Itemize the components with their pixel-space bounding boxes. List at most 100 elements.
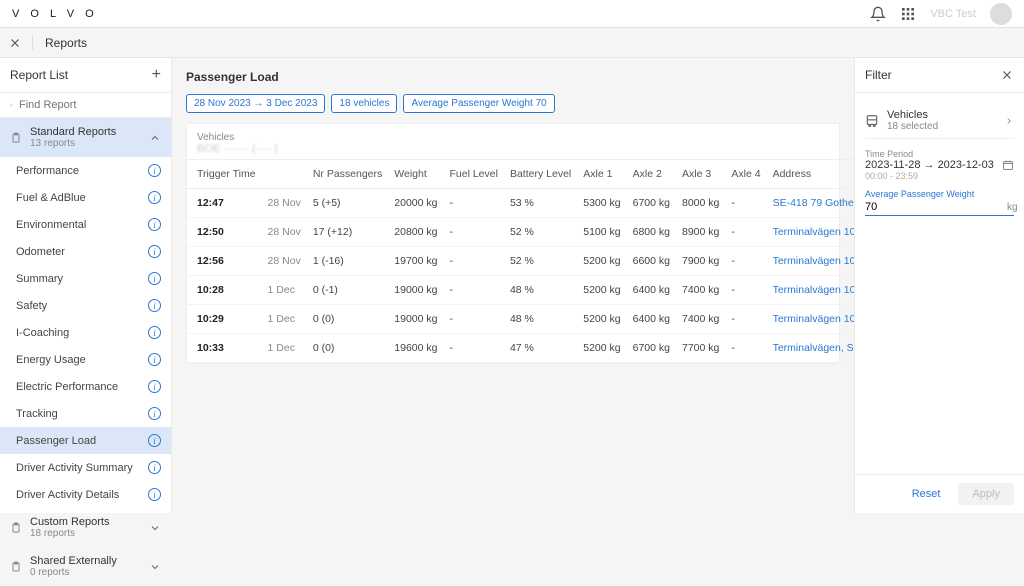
sidebar-item[interactable]: Summaryi (0, 265, 171, 292)
filter-vehicles-label: Vehicles (887, 109, 938, 121)
column-header[interactable]: Nr Passengers (307, 160, 388, 189)
info-icon[interactable]: i (148, 353, 161, 366)
info-icon[interactable]: i (148, 272, 161, 285)
column-header[interactable]: Fuel Level (444, 160, 504, 189)
subbar: Reports (0, 28, 1024, 58)
unit-label: kg (1007, 202, 1018, 213)
sidebar-item[interactable]: Performancei (0, 157, 171, 184)
sidebar-item[interactable]: Odometer i (0, 238, 171, 265)
apw-input[interactable] (865, 201, 1007, 213)
period-picker[interactable]: 2023-11-28 → 2023-12-03 (865, 159, 1014, 171)
close-icon[interactable] (8, 36, 22, 50)
sidebar-item-label: I-Coaching (16, 327, 69, 339)
close-filter-icon[interactable] (1000, 68, 1014, 82)
sidebar-item[interactable]: Environmental i (0, 211, 171, 238)
sidebar: Report List + Standard Reports13 reports… (0, 58, 172, 513)
logo: V O L V O (12, 8, 98, 20)
info-icon[interactable]: i (148, 488, 161, 501)
tree-group[interactable]: Custom Reports18 reports (0, 508, 171, 547)
apw-label: Average Passenger Weight (865, 189, 1014, 199)
sidebar-item[interactable]: Energy Usagei (0, 346, 171, 373)
sidebar-item[interactable]: Electric Performance i (0, 373, 171, 400)
sidebar-item-label: Passenger Load (16, 435, 96, 447)
sidebar-item-label: Tracking (16, 408, 58, 420)
chevron-right-icon (1004, 116, 1014, 126)
table-row[interactable]: 10:281 Dec0 (-1)19000 kg-48 %5200 kg6400… (187, 276, 854, 305)
apply-button[interactable]: Apply (958, 483, 1014, 505)
column-header[interactable]: Axle 1 (577, 160, 626, 189)
info-icon[interactable]: i (148, 380, 161, 393)
reset-button[interactable]: Reset (912, 483, 941, 505)
info-icon[interactable]: i (148, 191, 161, 204)
chevron-down-icon (149, 522, 161, 534)
sidebar-item-label: Electric Performance (16, 381, 118, 393)
period-label: Time Period (865, 149, 1014, 159)
table-row[interactable]: 10:331 Dec0 (0)19600 kg-47 %5200 kg6700 … (187, 334, 854, 363)
apps-icon[interactable] (900, 6, 916, 22)
bus-icon (865, 114, 879, 128)
info-icon[interactable]: i (148, 299, 161, 312)
period-value: 2023-11-28 → 2023-12-03 (865, 159, 994, 171)
vehicles-value: BOE ······· (·····) (197, 143, 829, 155)
address-link[interactable]: Terminalvägen, SE-418 79 G (767, 334, 854, 363)
info-icon[interactable]: i (148, 218, 161, 231)
address-link[interactable]: Terminalvägen 10, SE-418 79 (767, 247, 854, 276)
filter-vehicles[interactable]: Vehicles 18 selected (865, 103, 1014, 139)
table-row[interactable]: 12:4728 Nov5 (+5)20000 kg-53 %5300 kg670… (187, 189, 854, 218)
sidebar-item[interactable]: Safety i (0, 292, 171, 319)
address-link[interactable]: Terminalvägen 10, SE-418 79 (767, 218, 854, 247)
tree-group[interactable]: Standard Reports13 reports (0, 118, 171, 157)
sidebar-item-label: Safety (16, 300, 47, 312)
sidebar-item-label: Odometer (16, 246, 65, 258)
page-title: Passenger Load (186, 70, 840, 84)
topbar: V O L V O VBC Test (0, 0, 1024, 28)
info-icon[interactable]: i (148, 245, 161, 258)
table-row[interactable]: 10:291 Dec0 (0)19000 kg-48 %5200 kg6400 … (187, 305, 854, 334)
column-header[interactable]: Axle 2 (627, 160, 676, 189)
column-header[interactable]: Axle 4 (725, 160, 766, 189)
info-icon[interactable]: i (148, 407, 161, 420)
content: Passenger Load 28 Nov 2023 → 3 Dec 2023 1… (172, 58, 854, 513)
search-input[interactable] (19, 99, 161, 111)
filter-pill[interactable]: Average Passenger Weight 70 (403, 94, 554, 113)
column-header[interactable]: Address (767, 160, 854, 189)
info-icon[interactable]: i (148, 164, 161, 177)
user-name: VBC Test (930, 8, 976, 20)
sidebar-item[interactable]: Fuel & AdBlue i (0, 184, 171, 211)
clipboard-icon (10, 522, 22, 534)
sidebar-item-label: Driver Activity Details (16, 489, 119, 501)
chevron-up-icon (149, 132, 161, 144)
sidebar-item[interactable]: Driver Activity Details i (0, 481, 171, 508)
column-header[interactable]: Axle 3 (676, 160, 725, 189)
sidebar-item[interactable]: Driver Activity Summaryi (0, 454, 171, 481)
info-icon[interactable]: i (148, 461, 161, 474)
clipboard-icon (10, 132, 22, 144)
address-link[interactable]: SE-418 79 Gothenburg, Swe (767, 189, 854, 218)
column-header[interactable] (262, 160, 307, 189)
sidebar-title: Report List (10, 68, 68, 82)
column-header[interactable]: Battery Level (504, 160, 577, 189)
column-header[interactable]: Trigger Time (187, 160, 262, 189)
chevron-down-icon (149, 561, 161, 573)
column-header[interactable]: Weight (388, 160, 443, 189)
sidebar-item[interactable]: Tracking i (0, 400, 171, 427)
filter-panel: Filter Vehicles 18 selected Time Period … (854, 58, 1024, 513)
vehicles-label: Vehicles (197, 132, 829, 143)
sidebar-item[interactable]: I-Coaching i (0, 319, 171, 346)
sidebar-item-label: Environmental (16, 219, 86, 231)
filter-pill[interactable]: 28 Nov 2023 → 3 Dec 2023 (186, 94, 325, 113)
avatar[interactable] (990, 3, 1012, 25)
filter-pill[interactable]: 18 vehicles (331, 94, 397, 113)
address-link[interactable]: Terminalvägen 10, SE-418 79 (767, 276, 854, 305)
address-link[interactable]: Terminalvägen 10, SE-418 79 (767, 305, 854, 334)
table-row[interactable]: 12:5028 Nov17 (+12)20800 kg-52 %5100 kg6… (187, 218, 854, 247)
sidebar-item-label: Fuel & AdBlue (16, 192, 86, 204)
info-icon[interactable]: i (148, 326, 161, 339)
table-row[interactable]: 12:5628 Nov1 (-16)19700 kg-52 %5200 kg66… (187, 247, 854, 276)
bell-icon[interactable] (870, 6, 886, 22)
info-icon[interactable]: i (148, 434, 161, 447)
tree-group[interactable]: Shared Externally0 reports (0, 547, 171, 586)
sidebar-item[interactable]: Passenger Load i (0, 427, 171, 454)
filter-title: Filter (865, 68, 892, 82)
add-report-button[interactable]: + (152, 66, 161, 84)
